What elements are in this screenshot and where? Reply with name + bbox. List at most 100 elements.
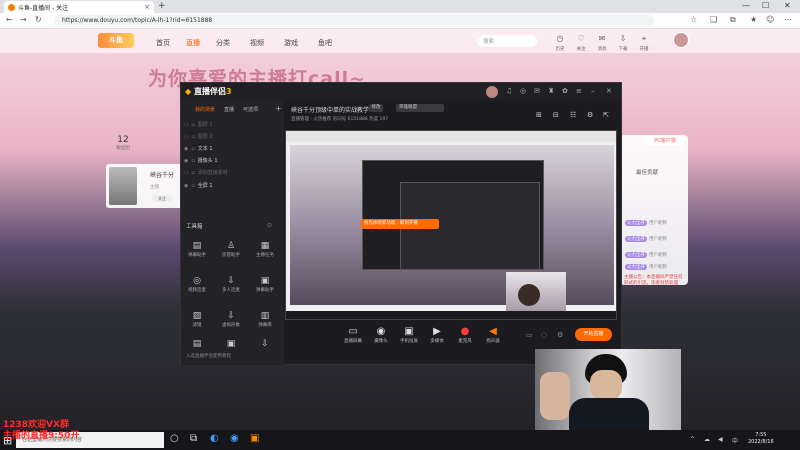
tool-item[interactable]: ♙ 房管助手 (219, 240, 243, 264)
host-avatar[interactable] (486, 86, 498, 98)
favorites-bar-icon[interactable]: ★ (750, 15, 757, 24)
forward-icon[interactable]: → (20, 15, 27, 24)
profile-icon[interactable]: ☺ (766, 15, 774, 24)
edge-browser-icon[interactable]: ◐ (210, 433, 219, 444)
streaming-app-taskbar-icon[interactable]: ▣ (250, 433, 259, 444)
edit-title-button[interactable]: 修改 (369, 104, 383, 112)
browser-tab[interactable]: 斗鱼-直播间 - 关注 × (4, 1, 154, 13)
lock-icon[interactable]: ▫ (191, 146, 194, 152)
url-input[interactable]: https://www.douyu.com/topic/A-lh-1?rid=6… (54, 15, 654, 27)
tool-item[interactable]: ▨ 滤镜 (185, 310, 209, 334)
history-icon[interactable]: ◷ (552, 34, 568, 43)
lock-icon[interactable]: ▫ (191, 170, 194, 176)
screen-capture-button[interactable]: ▭ 直播屏幕 (340, 325, 366, 344)
collections-icon[interactable]: ❏ (710, 15, 717, 24)
headset-icon[interactable]: ♫ (506, 87, 512, 95)
go-live-button[interactable]: 开始直播 (575, 328, 612, 341)
tool-item[interactable]: ▤ 弹幕助手 (185, 240, 209, 264)
refresh-icon[interactable]: ↻ (35, 15, 42, 24)
tray-expand-icon[interactable]: ^ (690, 436, 695, 443)
download-icon[interactable]: ⇩ (615, 34, 631, 43)
scene-item[interactable]: ◌ ▫ 添加直播素材 (184, 168, 280, 177)
eye-icon[interactable]: ◌ (184, 134, 188, 140)
menu-icon[interactable]: ≡ (576, 87, 582, 95)
microphone-button[interactable]: ● 麦克风 (452, 325, 478, 344)
extensions-icon[interactable]: ⧉ (730, 15, 736, 25)
tool-item[interactable]: ▣ 弹幕助手 (253, 275, 277, 299)
eye-icon[interactable]: ◉ (184, 146, 188, 152)
close-window-icon[interactable]: ✕ (784, 1, 791, 10)
tool-item[interactable]: ⇩ 虚拟形象 (219, 310, 243, 334)
lock-icon[interactable]: ▫ (191, 183, 194, 189)
mail-icon[interactable]: ✉ (534, 87, 540, 95)
share-icon[interactable]: ⊞ (536, 111, 542, 119)
lock-icon[interactable]: ▫ (191, 158, 194, 164)
scene-item[interactable]: ◌ ▫ 图层 1 (184, 120, 280, 129)
lock-icon[interactable]: ▫ (191, 134, 194, 140)
tab-live[interactable]: 直播 (224, 106, 234, 113)
scene-item[interactable]: ◉ ▫ 文本 1 (184, 144, 280, 153)
scene-item[interactable]: ◉ ▫ 全屏 1 (184, 181, 280, 190)
tab-my-scenes[interactable]: 我的场景 (195, 106, 215, 113)
record-icon[interactable]: ◎ (520, 87, 526, 95)
tool-item[interactable]: ▦ 主播任务 (253, 240, 277, 264)
minimize-icon[interactable]: — (742, 1, 750, 10)
tool-item[interactable]: ▥ 弹幕库 (253, 310, 277, 334)
tool-item[interactable]: ⇩ 多人连麦 (219, 275, 243, 299)
tool-item[interactable]: ▤ (185, 338, 209, 352)
shirt-icon[interactable]: ♜ (548, 87, 554, 95)
tool-item[interactable]: ⇩ (253, 338, 277, 352)
scene-item[interactable]: ◌ ▫ 图层 2 (184, 132, 280, 141)
nav-link-home[interactable]: 首页 (156, 38, 170, 48)
share-out-icon[interactable]: ⇱ (603, 111, 609, 119)
volume-icon[interactable]: ◀ (718, 436, 723, 443)
lock-icon[interactable]: ▫ (191, 122, 194, 128)
maximize-icon[interactable]: ☐ (762, 1, 769, 10)
pc-client-button[interactable]: PC客户端 (645, 137, 685, 145)
tab-close-icon[interactable]: × (144, 3, 150, 11)
category-select[interactable]: 英雄联盟 (396, 104, 444, 112)
media-button[interactable]: ▶ 多媒体 (424, 325, 450, 344)
preferences-icon[interactable]: ⚙ (557, 331, 563, 339)
message-icon[interactable]: ✉ (594, 34, 610, 43)
chat-icon[interactable]: ☷ (570, 111, 576, 119)
eye-icon[interactable]: ◌ (184, 122, 188, 128)
phone-cast-button[interactable]: ▣ 手机投屏 (396, 325, 422, 344)
eye-icon[interactable]: ◉ (184, 158, 188, 164)
toolbox-more-icon[interactable]: ⊙ (267, 222, 272, 229)
tray-clock[interactable]: 7:55 2022/8/16 (748, 432, 774, 446)
follow-icon[interactable]: ♡ (573, 34, 589, 43)
tools-icon[interactable]: ⚙ (587, 111, 593, 119)
follow-button[interactable]: 关注 (152, 195, 172, 202)
tool-item[interactable]: ▣ (219, 338, 243, 352)
eye-icon[interactable]: ◌ (184, 170, 188, 176)
camera-button[interactable]: ◉ 摄像头 (368, 325, 394, 344)
nav-link-video[interactable]: 视频 (250, 38, 264, 48)
streamer-avatar[interactable] (109, 167, 137, 205)
nav-link-live[interactable]: 直播 (186, 38, 200, 48)
nav-link-games[interactable]: 游戏 (284, 38, 298, 48)
eye-icon[interactable]: ◉ (184, 183, 188, 189)
favorites-star-icon[interactable]: ☆ (690, 15, 697, 24)
scene-item[interactable]: ◉ ▫ 摄像头 1 (184, 156, 280, 165)
speaker-button[interactable]: ◀ 扬声器 (480, 325, 506, 344)
tab-options[interactable]: 可选项 (243, 106, 258, 113)
broadcast-icon[interactable]: ⌖ (636, 34, 652, 44)
screenshot-icon[interactable]: ◌ (541, 331, 547, 339)
multitask-icon[interactable]: ⧉ (190, 433, 197, 444)
back-icon[interactable]: ← (6, 15, 13, 24)
more-menu-icon[interactable]: ⋯ (784, 15, 792, 24)
gift-icon[interactable]: ✿ (562, 87, 568, 95)
task-view-icon[interactable]: ○ (170, 433, 179, 444)
app-close-icon[interactable]: ✕ (606, 87, 612, 95)
nav-link-category[interactable]: 分类 (216, 38, 230, 48)
app-minimize-icon[interactable]: – (591, 87, 595, 95)
site-logo[interactable]: 斗鱼 (98, 33, 134, 48)
ime-icon[interactable]: 中 (732, 436, 738, 445)
network-icon[interactable]: ☁ (704, 436, 710, 443)
add-scene-button[interactable]: + (275, 104, 282, 113)
tool-item[interactable]: ◎ 视频连麦 (185, 275, 209, 299)
settings-icon[interactable]: ⊟ (553, 111, 559, 119)
app-blue-icon[interactable]: ◉ (230, 433, 239, 444)
nav-link-fishbar[interactable]: 鱼吧 (318, 38, 332, 48)
